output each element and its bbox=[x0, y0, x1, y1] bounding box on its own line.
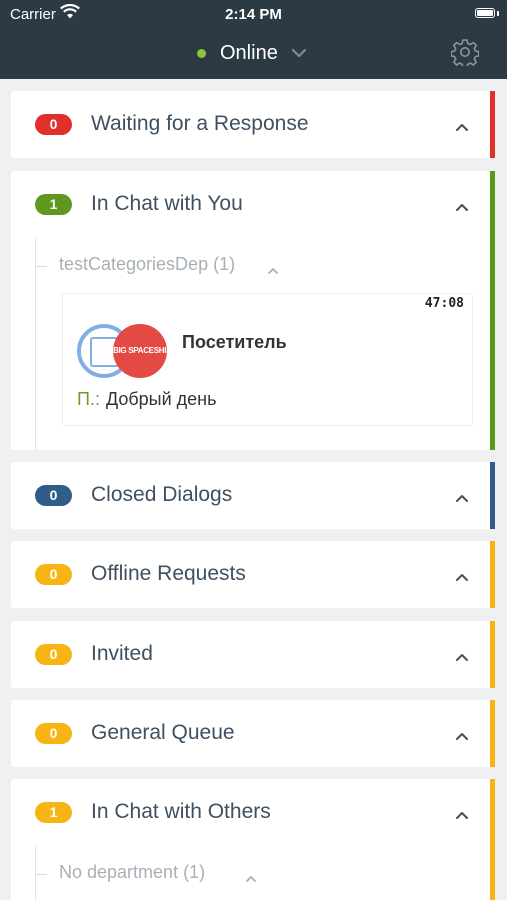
section-accent-bar bbox=[490, 91, 495, 158]
top-bar: Carrier 2:14 PM Online bbox=[0, 0, 507, 79]
count-badge: 1 bbox=[35, 194, 72, 215]
gear-icon[interactable] bbox=[450, 38, 480, 69]
section-invited: 0 Invited bbox=[11, 621, 495, 688]
section-accent-bar bbox=[490, 621, 495, 688]
section-title: Offline Requests bbox=[91, 562, 246, 585]
section-title: General Queue bbox=[91, 721, 235, 744]
section-header-waiting[interactable]: 0 Waiting for a Response bbox=[11, 91, 490, 158]
chevron-up-icon bbox=[267, 262, 279, 280]
section-title: In Chat with Others bbox=[91, 800, 271, 823]
department-row[interactable]: No department (1) bbox=[35, 862, 265, 886]
section-accent-bar bbox=[490, 541, 495, 608]
chat-list-item[interactable]: 47:08 BIG SPACESHIP Посетитель П.: Добрый… bbox=[62, 293, 473, 426]
count-badge: 0 bbox=[35, 644, 72, 665]
message-text: Добрый день bbox=[105, 389, 217, 409]
section-header-general-queue[interactable]: 0 General Queue bbox=[11, 700, 490, 767]
battery-tip bbox=[497, 11, 499, 16]
message-sender-prefix: П.: bbox=[77, 389, 100, 409]
department-row[interactable]: testCategoriesDep (1) bbox=[35, 254, 285, 278]
chat-timer: 47:08 bbox=[424, 296, 464, 311]
visitor-name: Посетитель bbox=[182, 332, 287, 352]
chevron-up-icon bbox=[455, 490, 469, 508]
count-badge: 1 bbox=[35, 802, 72, 823]
section-accent-bar bbox=[490, 700, 495, 767]
battery-icon bbox=[475, 8, 495, 18]
section-title: In Chat with You bbox=[91, 192, 243, 215]
section-general-queue: 0 General Queue bbox=[11, 700, 495, 767]
chevron-up-icon bbox=[455, 569, 469, 587]
count-badge: 0 bbox=[35, 564, 72, 585]
section-title: Invited bbox=[91, 642, 153, 665]
department-connector bbox=[35, 266, 47, 267]
section-offline-requests: 0 Offline Requests bbox=[11, 541, 495, 608]
department-label: No department (1) bbox=[59, 862, 206, 882]
department-connector bbox=[35, 874, 47, 875]
section-header-invited[interactable]: 0 Invited bbox=[11, 621, 490, 688]
chevron-up-icon bbox=[455, 728, 469, 746]
section-header-offline-requests[interactable]: 0 Offline Requests bbox=[11, 541, 490, 608]
section-in-chat-with-others: 1 In Chat with Others No department (1) bbox=[11, 779, 495, 900]
section-header-in-chat-with-others[interactable]: 1 In Chat with Others bbox=[11, 779, 490, 846]
chevron-up-icon bbox=[455, 807, 469, 825]
count-badge: 0 bbox=[35, 485, 72, 506]
section-in-chat-with-you: 1 In Chat with You testCategoriesDep (1)… bbox=[11, 171, 495, 450]
section-waiting-for-response: 0 Waiting for a Response bbox=[11, 91, 495, 158]
online-indicator-dot bbox=[197, 48, 206, 58]
status-bar: Carrier 2:14 PM bbox=[0, 0, 507, 28]
count-badge: 0 bbox=[35, 723, 72, 744]
clock: 2:14 PM bbox=[225, 6, 282, 23]
section-header-closed-dialogs[interactable]: 0 Closed Dialogs bbox=[11, 462, 490, 529]
count-badge: 0 bbox=[35, 114, 72, 135]
agent-avatar: BIG SPACESHIP bbox=[113, 324, 167, 378]
section-accent-bar bbox=[490, 462, 495, 529]
section-closed-dialogs: 0 Closed Dialogs bbox=[11, 462, 495, 529]
section-title: Waiting for a Response bbox=[91, 112, 309, 135]
department-label: testCategoriesDep (1) bbox=[59, 254, 236, 274]
chevron-down-icon bbox=[291, 45, 307, 63]
section-accent-bar bbox=[490, 779, 495, 900]
section-accent-bar bbox=[490, 171, 495, 450]
last-message: П.: Добрый день bbox=[77, 389, 217, 410]
online-status-selector[interactable]: Online bbox=[197, 38, 307, 68]
section-header-in-chat-with-you[interactable]: 1 In Chat with You bbox=[11, 171, 490, 238]
section-title: Closed Dialogs bbox=[91, 483, 233, 506]
chevron-up-icon bbox=[245, 870, 257, 888]
chevron-up-icon bbox=[455, 649, 469, 667]
online-status-label: Online bbox=[220, 41, 278, 64]
chevron-up-icon bbox=[455, 119, 469, 137]
chevron-up-icon bbox=[455, 199, 469, 217]
